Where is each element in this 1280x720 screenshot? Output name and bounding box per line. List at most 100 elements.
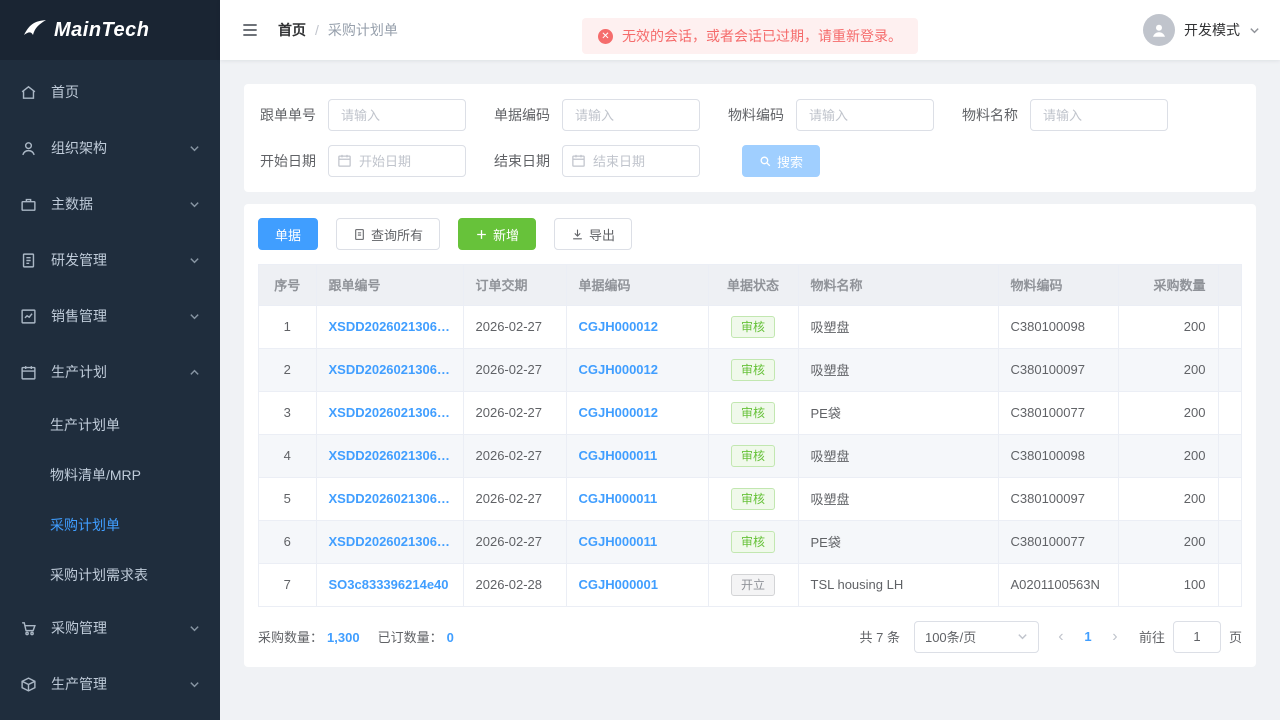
tracking-link[interactable]: XSDD2026021306… (329, 448, 450, 463)
cell-extra (1218, 348, 1242, 391)
cell-material-code: C380100098 (998, 434, 1118, 477)
cell-extra (1218, 305, 1242, 348)
sidebar-subitem-label: 采购计划需求表 (50, 565, 148, 585)
purchase-qty-value: 1,300 (327, 630, 360, 645)
sidebar-item-master-data[interactable]: 主数据 (0, 176, 220, 232)
main-area: 首页 / 采购计划单 ✕ 无效的会话，或者会话已过期，请重新登录。 开发模式 跟… (220, 0, 1280, 720)
cell-qty: 200 (1118, 477, 1218, 520)
start-date-input[interactable] (328, 145, 466, 177)
tracking-link[interactable]: XSDD2026021306… (329, 405, 450, 420)
next-page-button[interactable]: › (1105, 629, 1125, 645)
chevron-down-icon (189, 311, 200, 322)
table-cell: XSDD2026021306… (316, 348, 463, 391)
column-header: 物料名称 (798, 265, 998, 305)
chart-icon (20, 308, 37, 325)
prev-page-button[interactable]: ‹ (1051, 629, 1071, 645)
sidebar-item-sales-management[interactable]: 销售管理 (0, 288, 220, 344)
sidebar-subitem-bom-mrp[interactable]: 物料清单/MRP (0, 450, 220, 500)
cell-extra (1218, 434, 1242, 477)
doc-link[interactable]: CGJH000012 (579, 319, 659, 334)
status-tag: 审核 (731, 402, 775, 424)
logo: MainTech (0, 0, 220, 60)
table-cell: CGJH000011 (566, 477, 708, 520)
doc-link[interactable]: CGJH000012 (579, 405, 659, 420)
sidebar-item-organization[interactable]: 组织架构 (0, 120, 220, 176)
search-button[interactable]: 搜索 (742, 145, 820, 177)
column-header (1218, 265, 1242, 305)
cell-qty: 200 (1118, 434, 1218, 477)
doc-link[interactable]: CGJH000001 (579, 577, 659, 592)
table-cell: CGJH000012 (566, 348, 708, 391)
doc-link[interactable]: CGJH000011 (579, 491, 658, 506)
user-mode-label: 开发模式 (1184, 20, 1240, 40)
sidebar-item-label: 主数据 (51, 194, 93, 214)
current-page[interactable]: 1 (1077, 629, 1099, 644)
cell-extra (1218, 391, 1242, 434)
cell-due-date: 2026-02-27 (463, 391, 566, 434)
doc-code-input[interactable] (562, 99, 700, 131)
cell-due-date: 2026-02-27 (463, 305, 566, 348)
tracking-link[interactable]: XSDD2026021306… (329, 319, 450, 334)
filter-panel: 跟单单号 单据编码 物料编码 物料名称 开始日期 (244, 84, 1256, 192)
sidebar-item-rd-management[interactable]: 研发管理 (0, 232, 220, 288)
query-all-button[interactable]: 查询所有 (336, 218, 440, 250)
end-date-input[interactable] (562, 145, 700, 177)
table-cell: 审核 (708, 391, 798, 434)
content: 跟单单号 单据编码 物料编码 物料名称 开始日期 (220, 60, 1280, 720)
sidebar-item-production-planning[interactable]: 生产计划 (0, 344, 220, 400)
filter-label-doc-code: 单据编码 (492, 105, 550, 125)
sidebar-subitem-purchase-plan-order[interactable]: 采购计划单 (0, 500, 220, 550)
sidebar-item-home[interactable]: 首页 (0, 64, 220, 120)
material-code-input[interactable] (796, 99, 934, 131)
add-button[interactable]: 新增 (458, 218, 536, 250)
doc-link[interactable]: CGJH000011 (579, 534, 658, 549)
breadcrumb-home[interactable]: 首页 (278, 20, 306, 40)
chevron-down-icon (189, 623, 200, 634)
table-cell: 审核 (708, 477, 798, 520)
sidebar-subitem-purchase-plan-demand[interactable]: 采购计划需求表 (0, 550, 220, 600)
page-size-select[interactable]: 100条/页 (914, 621, 1039, 653)
status-tag: 开立 (731, 574, 775, 596)
sidebar-subitem-production-plan-order[interactable]: 生产计划单 (0, 400, 220, 450)
doc-button[interactable]: 单据 (258, 218, 318, 250)
export-button[interactable]: 导出 (554, 218, 632, 250)
tracking-link[interactable]: XSDD2026021306… (329, 491, 450, 506)
table-body: 1XSDD2026021306…2026-02-27CGJH000012审核吸塑… (259, 305, 1242, 606)
table-cell: 审核 (708, 348, 798, 391)
doc-button-label: 单据 (275, 225, 301, 244)
sidebar-item-production-management[interactable]: 生产管理 (0, 656, 220, 712)
table-cell: XSDD2026021306… (316, 434, 463, 477)
toolbar: 单据 查询所有 新增 导出 (258, 218, 1242, 250)
purchase-qty-label: 采购数量： (258, 630, 323, 645)
tracking-no-input[interactable] (328, 99, 466, 131)
tracking-link[interactable]: XSDD2026021306… (329, 534, 450, 549)
filter-label-material-code: 物料编码 (726, 105, 784, 125)
table-cell: 开立 (708, 563, 798, 606)
goto-page-input[interactable] (1173, 621, 1221, 653)
alert-message: 无效的会话，或者会话已过期，请重新登录。 (622, 26, 902, 46)
cell-qty: 100 (1118, 563, 1218, 606)
session-error-alert: ✕ 无效的会话，或者会话已过期，请重新登录。 (582, 18, 918, 54)
chevron-down-icon (189, 679, 200, 690)
doc-link[interactable]: CGJH000011 (579, 448, 658, 463)
sidebar-item-label: 销售管理 (51, 306, 107, 326)
cell-material-name: 吸塑盘 (798, 434, 998, 477)
error-icon: ✕ (598, 29, 613, 44)
sidebar-item-purchase-management[interactable]: 采购管理 (0, 600, 220, 656)
material-name-input[interactable] (1030, 99, 1168, 131)
breadcrumb-separator: / (315, 22, 319, 38)
goto-label: 前往 (1139, 627, 1165, 646)
chevron-up-icon (189, 367, 200, 378)
tracking-link[interactable]: SO3c833396214e40 (329, 577, 449, 592)
home-icon (20, 84, 37, 101)
status-tag: 审核 (731, 316, 775, 338)
tracking-link[interactable]: XSDD2026021306… (329, 362, 450, 377)
cell-due-date: 2026-02-28 (463, 563, 566, 606)
user-menu[interactable]: 开发模式 (1143, 14, 1260, 46)
hamburger-icon[interactable] (240, 20, 260, 40)
chevron-down-icon (189, 143, 200, 154)
cell-qty: 200 (1118, 348, 1218, 391)
doc-link[interactable]: CGJH000012 (579, 362, 659, 377)
cell-qty: 200 (1118, 305, 1218, 348)
chevron-down-icon (1017, 631, 1028, 642)
